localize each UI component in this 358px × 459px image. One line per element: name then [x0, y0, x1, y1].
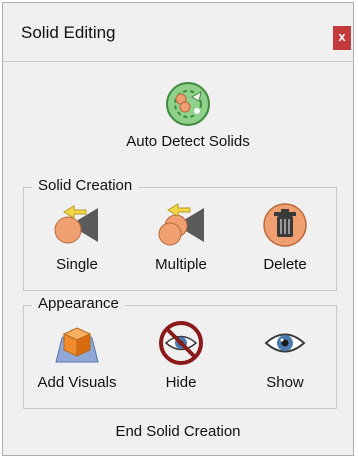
show-eye-icon: [264, 333, 306, 353]
delete-label: Delete: [263, 256, 307, 273]
add-visuals-label: Add Visuals: [37, 374, 117, 391]
single-label: Single: [56, 256, 98, 273]
title-bar: Solid Editing x: [3, 3, 353, 62]
show-label: Show: [266, 374, 304, 391]
appearance-group: Appearance Add Visuals Hide Show: [23, 295, 337, 409]
add-visuals-button[interactable]: Add Visuals: [32, 320, 122, 406]
solid-creation-legend: Solid Creation: [32, 177, 139, 194]
multiple-solids-icon: [158, 203, 204, 246]
hide-label: Hide: [165, 374, 197, 391]
close-button[interactable]: x: [333, 26, 351, 50]
single-button[interactable]: Single: [32, 202, 122, 288]
show-button[interactable]: Show: [240, 320, 330, 406]
auto-detect-label: Auto Detect Solids: [126, 133, 250, 150]
solid-creation-group: Solid Creation Single Multiple Delete: [23, 177, 337, 291]
multiple-label: Multiple: [155, 256, 207, 273]
auto-detect-solids-button[interactable]: Auto Detect Solids: [103, 81, 273, 161]
solid-editing-window: Solid Editing x Auto Detect Solids Solid…: [2, 2, 354, 456]
window-title: Solid Editing: [21, 23, 116, 42]
hide-button[interactable]: Hide: [136, 320, 226, 406]
auto-detect-icon: [166, 82, 210, 126]
add-visuals-icon: [55, 327, 99, 363]
hide-eye-icon: [159, 321, 203, 365]
appearance-legend: Appearance: [32, 295, 125, 312]
multiple-button[interactable]: Multiple: [136, 202, 226, 288]
single-solid-icon: [54, 205, 98, 244]
delete-button[interactable]: Delete: [240, 202, 330, 288]
trash-icon: [263, 203, 307, 247]
end-solid-creation-button[interactable]: End Solid Creation: [3, 423, 353, 440]
